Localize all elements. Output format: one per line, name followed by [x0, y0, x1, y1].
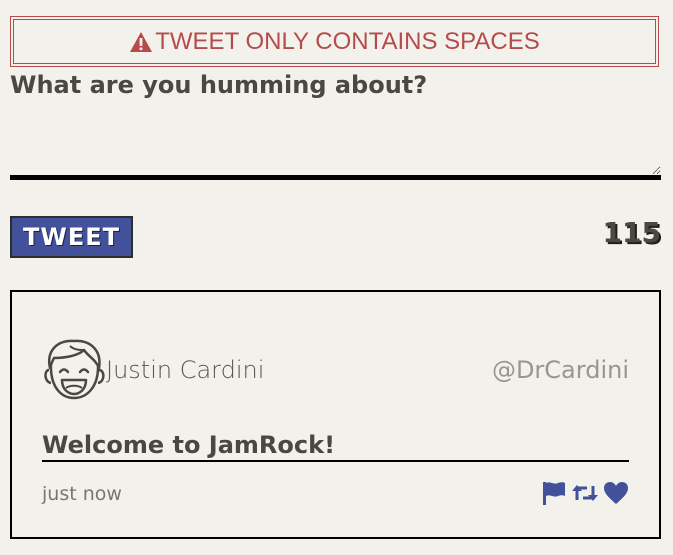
character-counter: 115 — [602, 216, 661, 249]
heart-icon[interactable] — [603, 481, 629, 505]
tweet-timestamp: just now — [42, 483, 122, 505]
compose-input[interactable] — [10, 104, 661, 180]
author-handle: @DrCardini — [491, 356, 629, 384]
warning-triangle-icon — [129, 31, 153, 53]
tweet-text: Welcome to JamRock! — [42, 431, 629, 462]
author-name: Justin Cardini — [106, 356, 265, 384]
tweet-card: Justin Cardini @DrCardini Welcome to Jam… — [10, 290, 661, 539]
error-message: TWEET ONLY CONTAINS SPACES — [155, 27, 540, 55]
tweet-actions — [541, 480, 629, 506]
flag-icon[interactable] — [541, 480, 567, 506]
tweet-button[interactable]: TWEET — [10, 216, 133, 258]
compose-prompt: What are you humming about? — [10, 71, 428, 99]
retweet-icon[interactable] — [571, 482, 599, 504]
avatar-icon — [44, 338, 106, 404]
error-banner: TWEET ONLY CONTAINS SPACES — [10, 16, 659, 67]
